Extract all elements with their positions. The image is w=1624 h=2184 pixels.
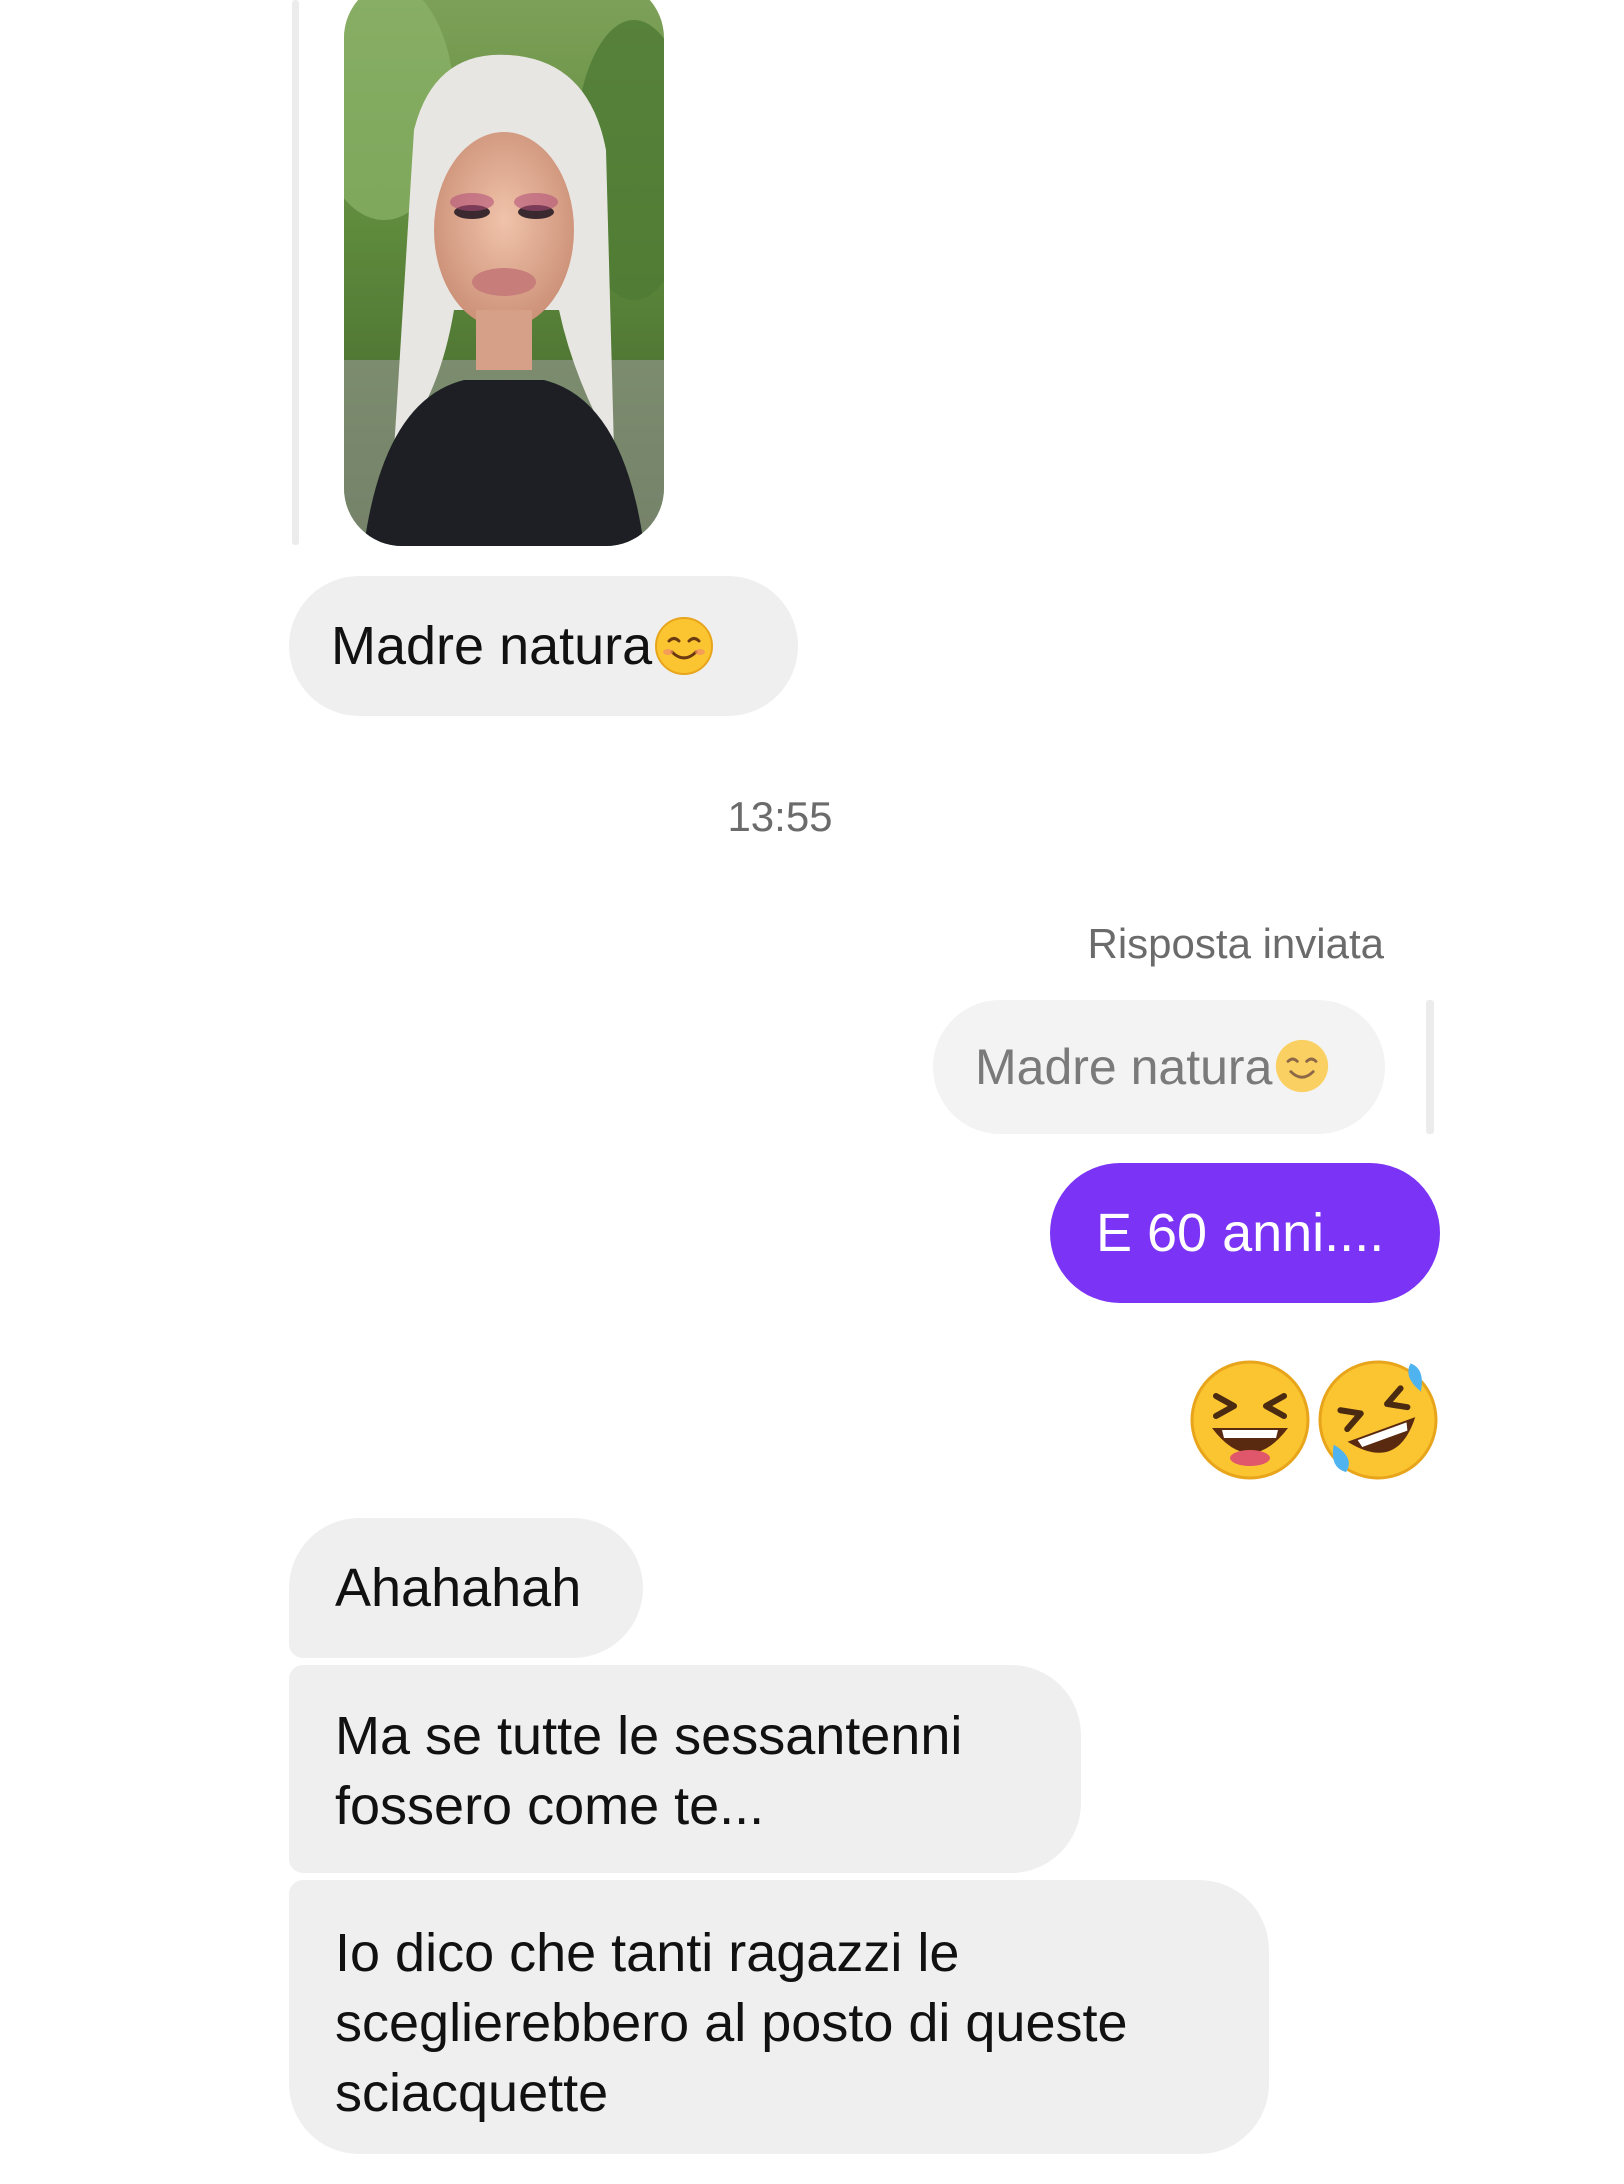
outgoing-message-bubble[interactable]: E 60 anni.... (1050, 1163, 1440, 1303)
shared-photo[interactable] (344, 0, 664, 546)
message-line: sceglierebbero al posto di queste (335, 1993, 1128, 2053)
message-line: fossero come te... (335, 1776, 765, 1836)
rolling-on-floor-laughing-icon (1318, 1360, 1438, 1480)
smiling-face-icon (1276, 1039, 1329, 1093)
quoted-text: Madre natura (975, 1039, 1273, 1095)
message-line: sciacquette (335, 2063, 609, 2123)
selfie-image (344, 0, 664, 546)
message-text: Madre natura (331, 616, 653, 676)
quote-indicator-line (1426, 1000, 1434, 1134)
incoming-message-bubble[interactable]: Madre natura (289, 576, 798, 716)
message-text: E 60 anni.... (1096, 1203, 1385, 1263)
message-line: Io dico che tanti ragazzi le (335, 1923, 960, 1983)
grinning-squinting-face-icon (1190, 1360, 1310, 1480)
message-line: Ma se tutte le sessantenni (335, 1706, 963, 1766)
message-timestamp: 13:55 (727, 793, 833, 840)
story-reply-line (292, 0, 299, 545)
incoming-message-bubble[interactable]: Ma se tutte le sessantenni fossero come … (289, 1665, 1081, 1873)
smiling-face-icon (655, 617, 714, 675)
message-text: Ahahahah (335, 1558, 582, 1618)
quoted-message-bubble[interactable]: Madre natura (933, 1000, 1385, 1134)
incoming-message-bubble[interactable]: Io dico che tanti ragazzi le sceglierebb… (289, 1880, 1269, 2154)
outgoing-emoji-message[interactable] (1188, 1358, 1442, 1482)
incoming-message-bubble[interactable]: Ahahahah (289, 1518, 643, 1658)
reply-sent-label: Risposta inviata (1087, 920, 1384, 967)
